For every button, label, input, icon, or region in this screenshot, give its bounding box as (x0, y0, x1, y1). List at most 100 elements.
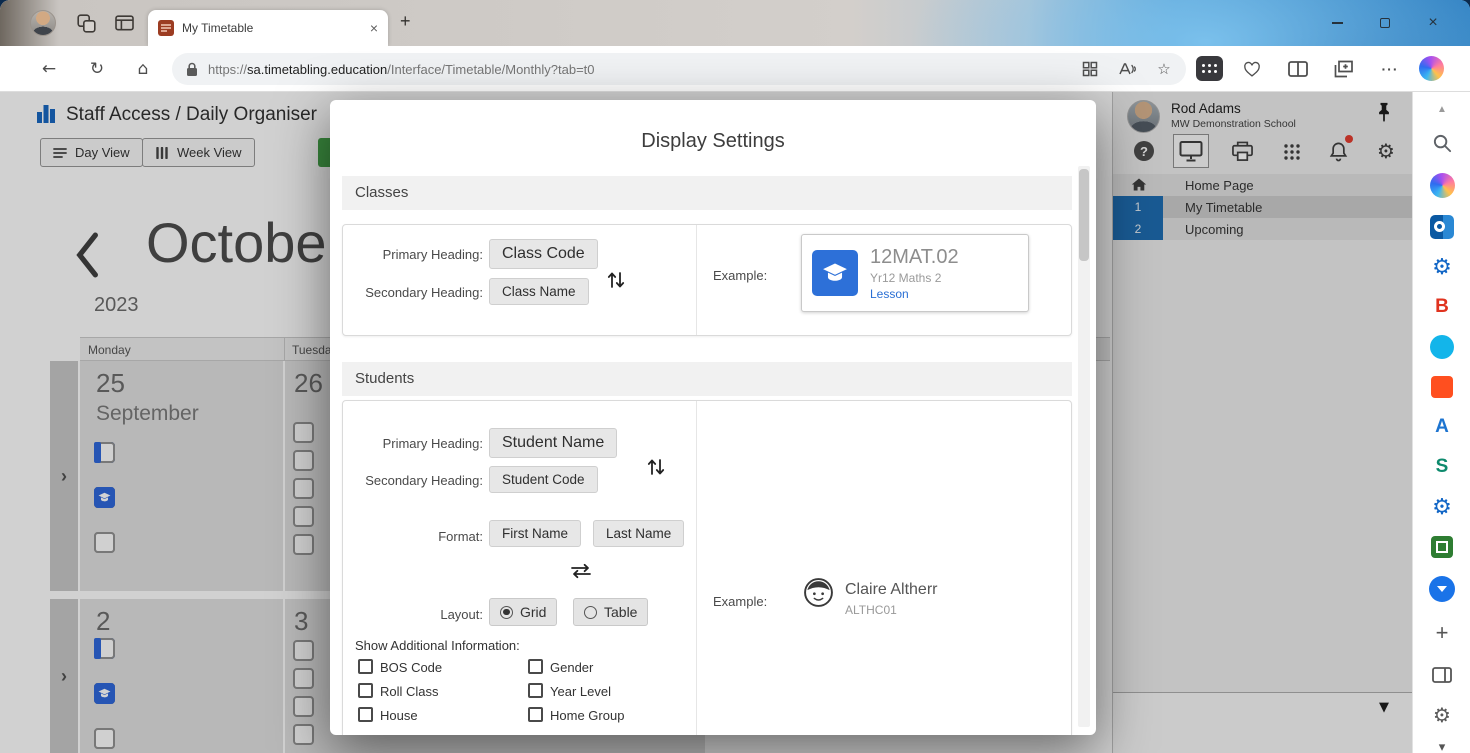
add-app-button[interactable]: + (1413, 618, 1470, 648)
app-icon-red-b[interactable]: B (1413, 292, 1470, 322)
collections-icon[interactable] (1332, 58, 1356, 80)
browser-tab[interactable]: My Timetable × (148, 10, 388, 46)
divider (696, 401, 697, 735)
example-student-name: Claire Altherr (845, 581, 938, 598)
checkbox-label: House (380, 708, 418, 723)
button-label: First Name (502, 526, 569, 541)
tab-favicon (158, 20, 174, 36)
minimize-button[interactable] (1316, 8, 1358, 38)
copilot-icon[interactable] (1419, 56, 1444, 81)
pinned-extension-icon[interactable] (1196, 56, 1223, 81)
checkbox-year-level[interactable] (528, 683, 543, 698)
edge-sidebar: ▲ ⚙ B A S ⚙ + ⚙ ▾ (1412, 92, 1470, 753)
modal-scrollbar[interactable] (1078, 166, 1090, 727)
browser-toolbar: ← ↻ ⌂ https://sa.timetabling.education/I… (0, 46, 1470, 92)
tab-close-icon[interactable]: × (370, 20, 378, 36)
example-class-name: Yr12 Maths 2 (870, 270, 942, 285)
primary-heading-label: Primary Heading: (382, 436, 483, 451)
classes-section-header: Classes (342, 176, 1072, 210)
modal-scrollbar-thumb[interactable] (1079, 169, 1089, 261)
students-section-header: Students (342, 362, 1072, 396)
tab-groups-icon[interactable] (1080, 59, 1100, 79)
class-cap-icon (812, 250, 858, 296)
button-label: Class Name (502, 284, 576, 299)
copilot-app-icon[interactable] (1413, 170, 1470, 200)
checkbox-roll-class[interactable] (358, 683, 373, 698)
address-bar[interactable]: https://sa.timetabling.education/Interfa… (172, 53, 1186, 85)
layout-table-radio[interactable]: Table (573, 598, 649, 626)
class-secondary-heading-button[interactable]: Class Name (489, 278, 589, 305)
student-primary-heading-button[interactable]: Student Name (489, 428, 618, 458)
modal-title: Display Settings (641, 130, 785, 152)
maximize-button[interactable] (1364, 8, 1406, 38)
format-first-name-button[interactable]: First Name (489, 520, 582, 547)
format-last-name-button[interactable]: Last Name (593, 520, 685, 547)
sidebar-settings-icon[interactable]: ⚙ (1413, 700, 1470, 730)
display-settings-modal: Display Settings Classes Primary Heading… (330, 100, 1096, 735)
checkbox-house[interactable] (358, 707, 373, 722)
checkbox-label: Year Level (550, 684, 611, 699)
checkbox-bos-code[interactable] (358, 659, 373, 674)
split-screen-icon[interactable] (1286, 58, 1310, 80)
sidebar-pane-toggle-icon[interactable] (1413, 660, 1470, 690)
app-icon-green-s[interactable]: S (1413, 452, 1470, 482)
checkbox-label: BOS Code (380, 660, 443, 675)
button-label: Last Name (606, 526, 672, 541)
example-student-code: ALTHC01 (845, 603, 897, 617)
settings-more-icon[interactable]: ··· (1378, 58, 1402, 80)
url-scheme: https:// (208, 61, 248, 77)
button-label: Class Code (502, 245, 585, 262)
browser-essentials-icon[interactable] (1240, 58, 1264, 80)
primary-heading-label: Primary Heading: (382, 247, 483, 262)
back-icon[interactable]: ← (36, 56, 62, 82)
sidebar-more-apps-button[interactable] (1413, 574, 1470, 604)
student-secondary-heading-button[interactable]: Student Code (489, 466, 598, 493)
button-label: Student Code (502, 472, 585, 487)
checkbox-label: Roll Class (380, 684, 439, 699)
checkbox-gender[interactable] (528, 659, 543, 674)
home-icon[interactable]: ⌂ (130, 56, 156, 82)
checkbox-label: Gender (550, 660, 594, 675)
new-tab-button[interactable]: + (400, 11, 411, 32)
app-icon-teal-circle[interactable] (1413, 332, 1470, 362)
browser-profile-avatar[interactable] (30, 10, 56, 36)
classes-section-card: Primary Heading: Class Code Secondary He… (342, 224, 1072, 336)
sidebar-scroll-up-icon[interactable]: ▲ (1413, 94, 1470, 124)
close-button[interactable]: × (1412, 8, 1454, 38)
example-class-link[interactable]: Lesson (870, 287, 959, 301)
checkbox-home-group[interactable] (528, 707, 543, 722)
checkbox-label: Home Group (550, 708, 625, 723)
settings-app-icon[interactable]: ⚙ (1413, 252, 1470, 282)
site-info-lock-icon[interactable] (186, 62, 198, 77)
search-icon[interactable] (1413, 128, 1470, 158)
favorites-star-icon[interactable]: ☆ (1154, 59, 1174, 79)
app-icon-green-square[interactable] (1413, 532, 1470, 562)
sidebar-scroll-down-icon[interactable]: ▾ (1413, 732, 1470, 753)
radio-selected-icon (500, 605, 513, 619)
url-path: /Interface/Timetable/Monthly?tab=t0 (387, 61, 595, 77)
secondary-heading-label: Secondary Heading: (365, 285, 483, 300)
additional-info-label: Show Additional Information: (355, 638, 520, 653)
browser-titlebar: My Timetable × + × (0, 0, 1470, 46)
example-label: Example: (713, 268, 768, 283)
app-icon-blue-a[interactable]: A (1413, 412, 1470, 442)
app-icon-orange-square[interactable] (1413, 372, 1470, 402)
button-label: Student Name (502, 434, 605, 451)
read-aloud-icon[interactable] (1118, 59, 1138, 79)
layout-grid-radio[interactable]: Grid (489, 598, 558, 626)
workspaces-icon[interactable] (76, 13, 96, 33)
app-icon-gear-blue[interactable]: ⚙ (1413, 492, 1470, 522)
radio-label: Grid (520, 604, 547, 620)
browser-window: My Timetable × + × ← ↻ ⌂ https://sa.time… (0, 0, 1470, 753)
tab-actions-icon[interactable] (114, 13, 134, 33)
url-host: sa.timetabling.education (247, 61, 388, 77)
class-example-card: 12MAT.02 Yr12 Maths 2 Lesson (801, 234, 1029, 312)
tab-title: My Timetable (182, 21, 254, 35)
students-section-card: Primary Heading: Student Name Secondary … (342, 400, 1072, 735)
outlook-app-icon[interactable] (1413, 212, 1470, 242)
example-label: Example: (713, 594, 768, 609)
radio-unselected-icon (584, 605, 597, 619)
refresh-icon[interactable]: ↻ (84, 56, 110, 82)
class-primary-heading-button[interactable]: Class Code (489, 239, 598, 269)
url-text: https://sa.timetabling.education/Interfa… (208, 62, 595, 77)
